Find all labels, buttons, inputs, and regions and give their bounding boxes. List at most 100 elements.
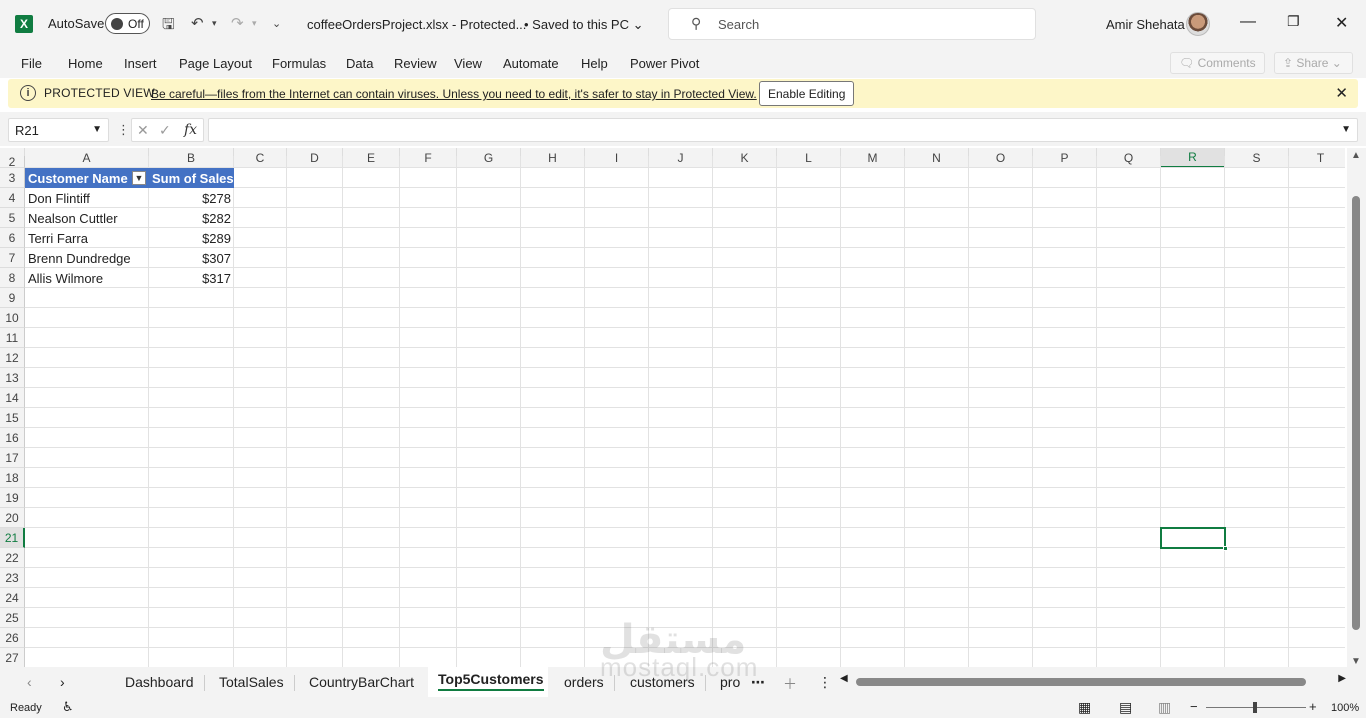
cell-g23[interactable] [457, 568, 521, 588]
cell-h3[interactable] [521, 168, 585, 188]
cell-b9[interactable] [149, 288, 234, 308]
cell-d3[interactable] [287, 168, 343, 188]
cell-t21[interactable] [1289, 528, 1345, 548]
protected-view-message[interactable]: Be careful—files from the Internet can c… [151, 87, 757, 101]
cell-t20[interactable] [1289, 508, 1345, 528]
cell-o16[interactable] [969, 428, 1033, 448]
cell-t9[interactable] [1289, 288, 1345, 308]
cell-h2[interactable] [521, 156, 585, 168]
cell-h21[interactable] [521, 528, 585, 548]
cell-k16[interactable] [713, 428, 777, 448]
cell-e23[interactable] [343, 568, 400, 588]
cell-h20[interactable] [521, 508, 585, 528]
share-button[interactable]: ⇪ Share ⌄ [1274, 52, 1353, 74]
cell-h10[interactable] [521, 308, 585, 328]
cell-g3[interactable] [457, 168, 521, 188]
cell-a17[interactable] [25, 448, 149, 468]
cell-n16[interactable] [905, 428, 969, 448]
tab-top5customers[interactable]: Top5Customers [438, 671, 544, 691]
cell-q26[interactable] [1097, 628, 1161, 648]
cell-m22[interactable] [841, 548, 905, 568]
cell-o12[interactable] [969, 348, 1033, 368]
pivot-customer-name[interactable]: Terri Farra [28, 231, 88, 246]
row-header-12[interactable]: 12 [0, 348, 25, 368]
cell-p4[interactable] [1033, 188, 1097, 208]
fill-handle[interactable] [1223, 546, 1228, 551]
cell-k13[interactable] [713, 368, 777, 388]
cell-j20[interactable] [649, 508, 713, 528]
cell-j3[interactable] [649, 168, 713, 188]
cell-r18[interactable] [1161, 468, 1225, 488]
cell-l22[interactable] [777, 548, 841, 568]
cell-r27[interactable] [1161, 648, 1225, 667]
cell-t7[interactable] [1289, 248, 1345, 268]
cell-s17[interactable] [1225, 448, 1289, 468]
avatar[interactable] [1186, 12, 1210, 36]
cell-m13[interactable] [841, 368, 905, 388]
cell-s12[interactable] [1225, 348, 1289, 368]
cell-t4[interactable] [1289, 188, 1345, 208]
cell-t6[interactable] [1289, 228, 1345, 248]
cell-b12[interactable] [149, 348, 234, 368]
cell-a26[interactable] [25, 628, 149, 648]
cell-o14[interactable] [969, 388, 1033, 408]
cell-d21[interactable] [287, 528, 343, 548]
formula-input[interactable]: ▼ [208, 118, 1358, 142]
scroll-thumb[interactable] [1352, 196, 1360, 630]
cell-s18[interactable] [1225, 468, 1289, 488]
cell-b14[interactable] [149, 388, 234, 408]
cell-n6[interactable] [905, 228, 969, 248]
cell-m23[interactable] [841, 568, 905, 588]
cell-f4[interactable] [400, 188, 457, 208]
cell-t5[interactable] [1289, 208, 1345, 228]
cell-e7[interactable] [343, 248, 400, 268]
cell-t11[interactable] [1289, 328, 1345, 348]
cell-e22[interactable] [343, 548, 400, 568]
cell-r23[interactable] [1161, 568, 1225, 588]
cell-q8[interactable] [1097, 268, 1161, 288]
cell-n25[interactable] [905, 608, 969, 628]
cell-d5[interactable] [287, 208, 343, 228]
cell-q21[interactable] [1097, 528, 1161, 548]
cell-r16[interactable] [1161, 428, 1225, 448]
cell-r5[interactable] [1161, 208, 1225, 228]
cell-l24[interactable] [777, 588, 841, 608]
cell-g15[interactable] [457, 408, 521, 428]
cell-k7[interactable] [713, 248, 777, 268]
cell-h8[interactable] [521, 268, 585, 288]
cell-j23[interactable] [649, 568, 713, 588]
cell-f10[interactable] [400, 308, 457, 328]
cell-l15[interactable] [777, 408, 841, 428]
cell-p7[interactable] [1033, 248, 1097, 268]
insert-function-icon[interactable]: fx [184, 122, 197, 138]
cell-i17[interactable] [585, 448, 649, 468]
cell-l27[interactable] [777, 648, 841, 667]
cell-c22[interactable] [234, 548, 287, 568]
cell-n13[interactable] [905, 368, 969, 388]
menu-view[interactable]: View [454, 56, 482, 71]
cell-d15[interactable] [287, 408, 343, 428]
cell-g21[interactable] [457, 528, 521, 548]
cell-a9[interactable] [25, 288, 149, 308]
cell-p13[interactable] [1033, 368, 1097, 388]
cell-o25[interactable] [969, 608, 1033, 628]
cell-k6[interactable] [713, 228, 777, 248]
cell-g8[interactable] [457, 268, 521, 288]
cell-b2[interactable] [149, 156, 234, 168]
cell-g13[interactable] [457, 368, 521, 388]
row-header-7[interactable]: 7 [0, 248, 25, 268]
cell-n27[interactable] [905, 648, 969, 667]
cell-k23[interactable] [713, 568, 777, 588]
cell-m2[interactable] [841, 156, 905, 168]
cell-n4[interactable] [905, 188, 969, 208]
scroll-down-icon[interactable]: ▼ [1351, 656, 1361, 667]
cell-m26[interactable] [841, 628, 905, 648]
cell-c15[interactable] [234, 408, 287, 428]
cell-b10[interactable] [149, 308, 234, 328]
row-header-13[interactable]: 13 [0, 368, 25, 388]
cell-l11[interactable] [777, 328, 841, 348]
save-icon[interactable]: 🖫 [162, 14, 175, 39]
cell-c24[interactable] [234, 588, 287, 608]
cell-n7[interactable] [905, 248, 969, 268]
cell-q2[interactable] [1097, 156, 1161, 168]
